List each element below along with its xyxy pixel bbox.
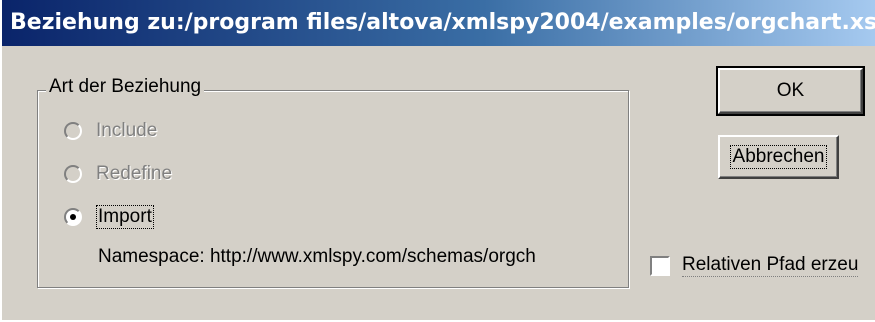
cancel-button[interactable]: Abbrechen: [718, 135, 839, 179]
radio-import[interactable]: Import: [64, 202, 154, 232]
radio-circle-import[interactable]: [64, 208, 82, 226]
ok-button-label: OK: [776, 80, 805, 101]
group-legend: Art der Beziehung: [46, 74, 205, 100]
namespace-text: Namespace: http://www.xmlspy.com/schemas…: [98, 246, 536, 267]
relative-path-checkbox-row[interactable]: Relativen Pfad erzeu: [650, 254, 859, 277]
ok-button[interactable]: OK: [716, 66, 865, 116]
radio-label-redefine: Redefine: [96, 163, 173, 184]
radio-redefine[interactable]: Redefine: [64, 159, 172, 189]
radio-circle-redefine[interactable]: [64, 165, 82, 183]
dialog-window: Beziehung zu:/program files/altova/xmlsp…: [0, 0, 875, 322]
radio-label-include: Include: [96, 120, 158, 141]
window-title: Beziehung zu:/program files/altova/xmlsp…: [10, 10, 875, 35]
radio-circle-include[interactable]: [64, 122, 82, 140]
relative-path-label: Relativen Pfad erzeu: [682, 254, 859, 277]
relative-path-checkbox[interactable]: [650, 255, 670, 276]
radio-label-import: Import: [96, 205, 154, 229]
cancel-button-label: Abbrechen: [729, 145, 828, 169]
title-bar[interactable]: Beziehung zu:/program files/altova/xmlsp…: [2, 0, 875, 46]
radio-include[interactable]: Include: [64, 116, 157, 146]
radio-selected-dot: [70, 214, 76, 220]
